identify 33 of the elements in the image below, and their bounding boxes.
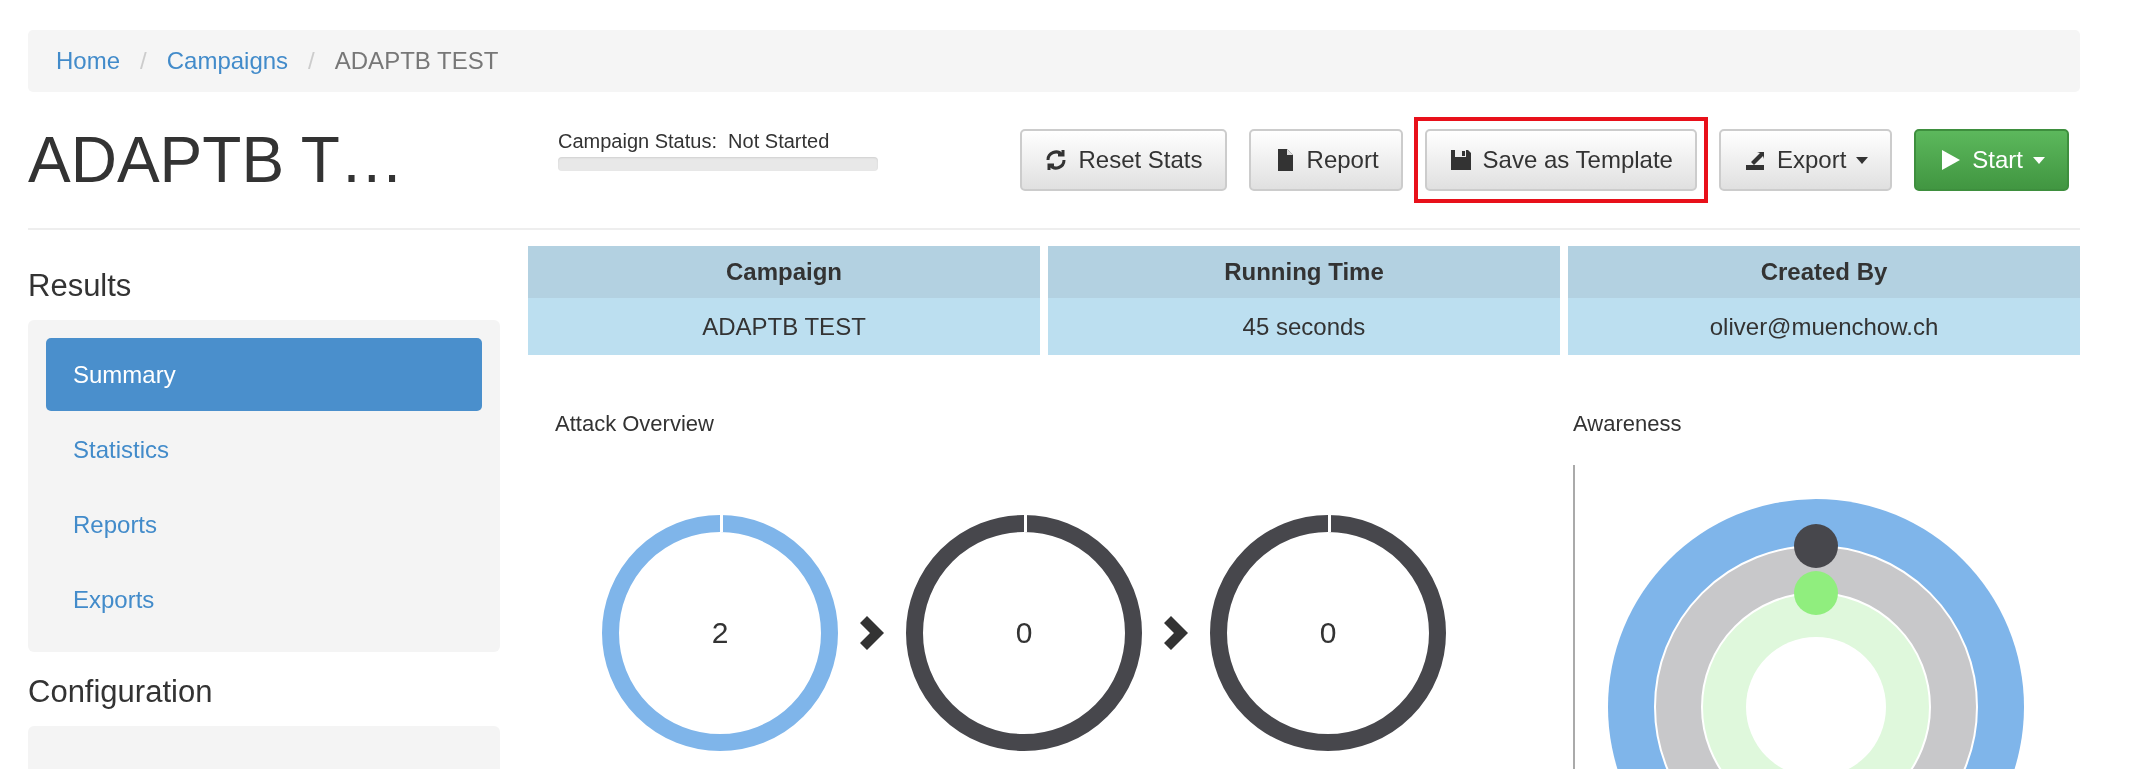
- section-title: Results: [28, 268, 133, 304]
- table-cell: 45 seconds: [1048, 298, 1560, 355]
- nav-item[interactable]: Exports: [46, 563, 482, 636]
- table-cell: ADAPTB TEST: [528, 298, 1040, 355]
- chart-title: Attack Overview: [555, 411, 715, 438]
- chevron-right-icon: [860, 616, 884, 650]
- chart-title: Awareness: [1573, 411, 1683, 438]
- nav-item[interactable]: Summary: [46, 338, 482, 411]
- campaign-status: Campaign Status: Not Started: [558, 129, 831, 153]
- breadcrumb-link[interactable]: Campaigns: [166, 47, 289, 75]
- table-header: Running Time: [1048, 246, 1560, 298]
- section-title: Configuration: [28, 674, 214, 710]
- stage-count: 0: [1015, 616, 1033, 650]
- page-title: ADAPTB T…: [28, 123, 405, 197]
- breadcrumb-separator: /: [308, 47, 315, 75]
- nav-item[interactable]: Reports: [46, 488, 482, 561]
- export-button[interactable]: Export: [1718, 129, 1893, 191]
- caret-icon: [1856, 156, 1869, 164]
- start-button[interactable]: Start: [1914, 129, 2069, 191]
- chevron-right-icon: [1164, 616, 1188, 650]
- stage-count: 0: [1319, 616, 1337, 650]
- nav-item[interactable]: Statistics: [46, 413, 482, 486]
- stage-count: 2: [711, 616, 729, 650]
- breadcrumb-separator: /: [140, 47, 147, 75]
- breadcrumb-link[interactable]: Home: [56, 47, 121, 75]
- table-header: Created By: [1568, 246, 2080, 298]
- breadcrumb-current: ADAPTB TEST: [334, 47, 499, 75]
- report-button[interactable]: Report: [1248, 129, 1403, 191]
- caret-icon: [2033, 156, 2045, 164]
- reset-button[interactable]: Reset Stats: [1020, 129, 1227, 191]
- save-button[interactable]: Save as Template: [1424, 129, 1697, 191]
- table-cell: oliver@muenchow.ch: [1568, 298, 2080, 355]
- table-header: Campaign: [528, 246, 1040, 298]
